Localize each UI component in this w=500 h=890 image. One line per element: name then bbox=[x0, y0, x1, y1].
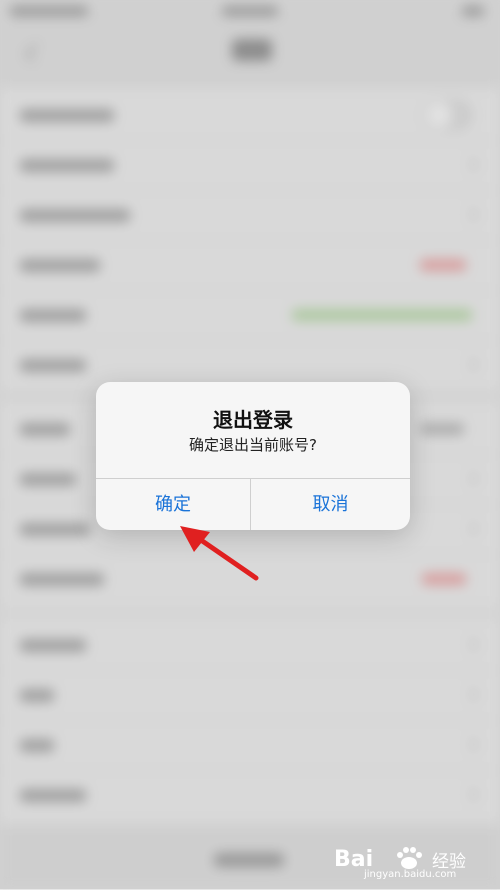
baidu-paw-icon bbox=[397, 847, 422, 869]
logout-alert-dialog: 退出登录 确定退出当前账号? 确定 取消 bbox=[96, 382, 410, 530]
cancel-button[interactable]: 取消 bbox=[251, 479, 410, 530]
watermark: Bai 经验 jingyan.baidu.com bbox=[334, 843, 490, 883]
watermark-url: jingyan.baidu.com bbox=[364, 869, 457, 880]
alert-title: 退出登录 bbox=[213, 408, 293, 432]
alert-message: 确定退出当前账号? bbox=[189, 436, 317, 454]
red-arrow-icon bbox=[180, 526, 259, 581]
